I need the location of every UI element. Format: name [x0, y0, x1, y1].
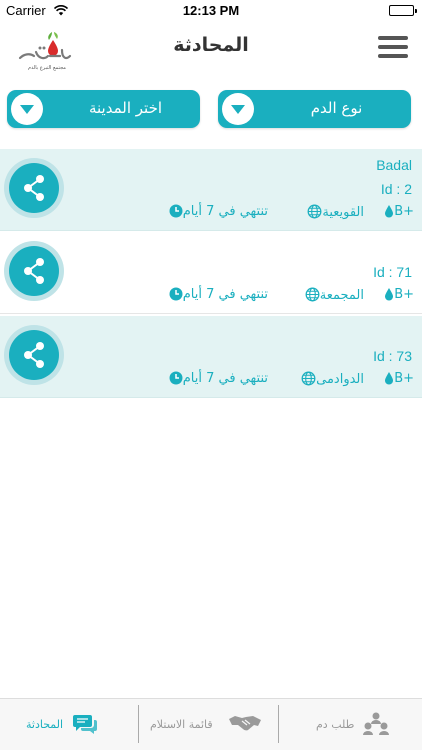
tab-blood-request-label: طلب دم: [316, 718, 355, 731]
blood-type-info: B+: [381, 371, 414, 389]
city-label: اختر المدينة: [88, 99, 163, 117]
request-card[interactable]: Badal Id : 2 B+ القويعية تنتهي في 7 أيام: [0, 149, 422, 231]
blood-type-value: B+: [394, 371, 414, 386]
expiry-info: تنتهي في 7 أيام: [166, 371, 268, 389]
city-dropdown[interactable]: اختر المدينة: [7, 90, 200, 128]
expiry-info: تنتهي في 7 أيام: [166, 287, 268, 305]
location-info: المجمعة: [302, 287, 364, 306]
menu-button[interactable]: [378, 36, 408, 60]
share-button[interactable]: [4, 158, 64, 218]
status-bar: Carrier 12:13 PM: [0, 0, 422, 22]
filter-bar: نوع الدم اختر المدينة: [0, 90, 422, 130]
clock-time: 12:13 PM: [182, 3, 240, 18]
blood-type-label: نوع الدم: [310, 99, 363, 117]
request-id: Id : 73: [373, 348, 412, 364]
request-card[interactable]: Id : 73 B+ الدوادمى تنتهي في 7 أيام: [0, 316, 422, 398]
share-icon: [9, 330, 59, 380]
page-title: المحادثة: [173, 34, 249, 56]
expiry-info: تنتهي في 7 أيام: [166, 204, 268, 222]
location-info: القويعية: [304, 204, 364, 223]
blood-type-dropdown[interactable]: نوع الدم: [218, 90, 411, 128]
nav-bar: مجتمع التبرع بالدم المحادثة: [0, 22, 422, 74]
request-card[interactable]: Id : 71 B+ المجمعة تنتهي في 7 أيام: [0, 232, 422, 314]
location-value: القويعية: [322, 205, 364, 220]
request-id: Id : 71: [373, 264, 412, 280]
tab-received-list-label: قائمة الاستلام: [150, 718, 213, 731]
request-id: Id : 2: [380, 181, 412, 197]
chat-icon: [72, 713, 98, 739]
menu-icon: [378, 36, 408, 40]
blood-drop-icon: [384, 371, 394, 389]
globe-icon: [305, 287, 320, 306]
expiry-value: تنتهي في 7 أيام: [182, 287, 268, 302]
people-icon: [362, 711, 390, 741]
location-value: الدوادمى: [316, 372, 364, 387]
blood-type-info: B+: [381, 287, 414, 305]
share-button[interactable]: [4, 241, 64, 301]
share-icon: [9, 163, 59, 213]
tab-bar: المحادثة قائمة الاستلام طلب دم: [0, 698, 422, 750]
blood-type-info: B+: [381, 204, 414, 222]
clock-icon: [169, 287, 183, 305]
logo-subtitle: مجتمع التبرع بالدم: [28, 65, 66, 71]
expiry-value: تنتهي في 7 أيام: [182, 371, 268, 386]
tab-blood-request[interactable]: طلب دم: [282, 699, 422, 750]
globe-icon: [307, 204, 322, 223]
blood-type-value: B+: [394, 287, 414, 302]
donor-name: Badal: [376, 157, 412, 173]
clock-icon: [169, 204, 183, 222]
battery-icon: [389, 5, 417, 16]
blood-type-value: B+: [394, 204, 414, 219]
tab-chat-label: المحادثة: [26, 718, 64, 731]
clock-icon: [169, 371, 183, 389]
tab-received-list[interactable]: قائمة الاستلام: [140, 699, 280, 750]
blood-drop-icon: [384, 287, 394, 305]
location-value: المجمعة: [319, 288, 364, 303]
tab-chat[interactable]: المحادثة: [0, 699, 140, 750]
expiry-value: تنتهي في 7 أيام: [182, 204, 268, 219]
tab-divider: [138, 705, 139, 743]
tab-divider: [278, 705, 279, 743]
chevron-down-icon: [222, 93, 254, 125]
location-info: الدوادمى: [298, 371, 364, 390]
globe-icon: [301, 371, 316, 390]
blood-drop-icon: [384, 204, 394, 222]
share-button[interactable]: [4, 325, 64, 385]
chevron-down-icon: [11, 93, 43, 125]
share-icon: [9, 246, 59, 296]
handshake-icon: [228, 713, 262, 737]
